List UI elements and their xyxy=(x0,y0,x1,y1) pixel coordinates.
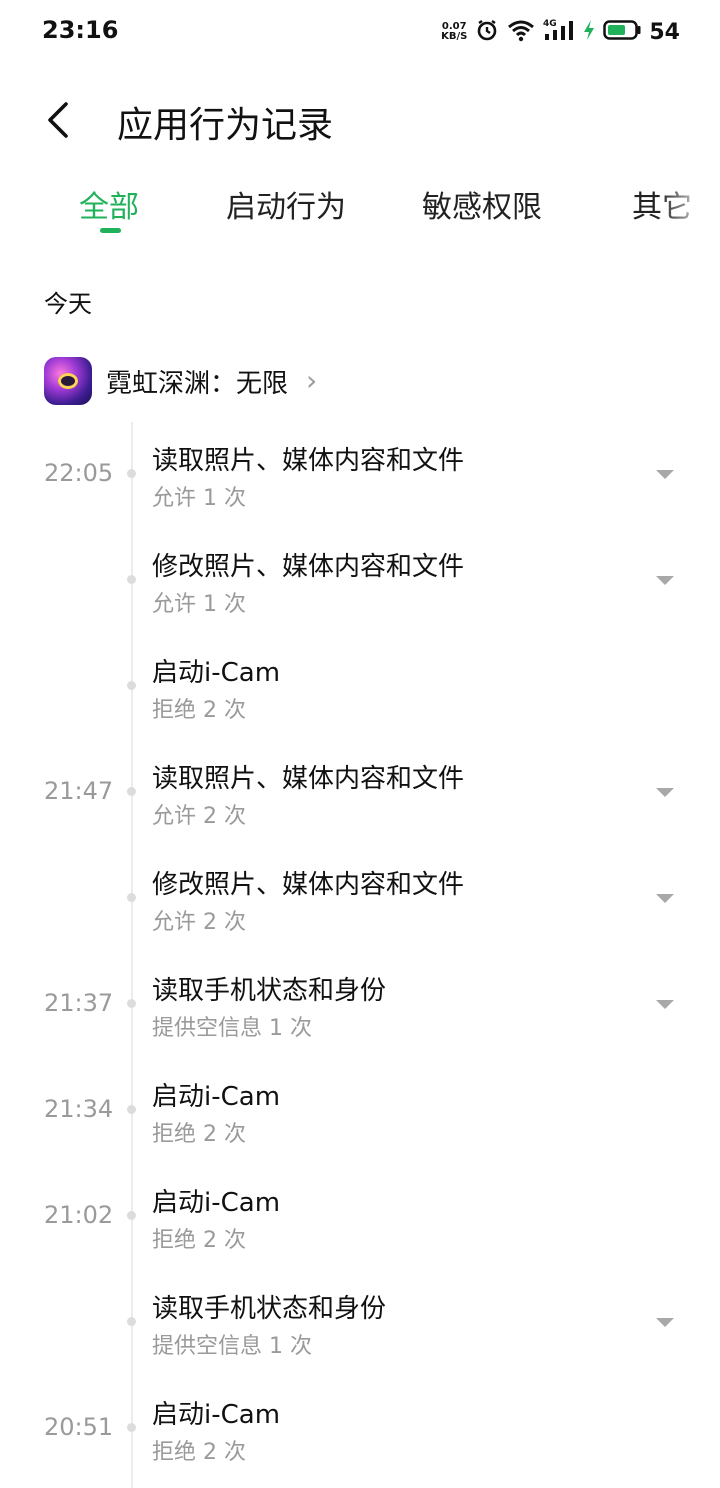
entry-time: 21:47 xyxy=(44,777,114,805)
battery-icon xyxy=(603,19,641,45)
alarm-icon xyxy=(475,18,499,46)
entry-subtitle: 拒绝 2 次 xyxy=(152,1122,246,1147)
timeline-dot xyxy=(127,787,136,796)
entry-time: 21:34 xyxy=(44,1095,114,1123)
timeline-dot xyxy=(127,469,136,478)
wifi-icon xyxy=(507,18,535,46)
expand-arrow-icon[interactable] xyxy=(656,1318,674,1327)
tab-all[interactable]: 全部 xyxy=(79,182,139,226)
timeline-entry[interactable]: 21:47 读取照片、媒体内容和文件允许 2 次 xyxy=(0,740,720,846)
entry-title: 启动i-Cam xyxy=(152,1082,281,1112)
entry-title: 修改照片、媒体内容和文件 xyxy=(152,870,465,900)
entry-title: 读取照片、媒体内容和文件 xyxy=(152,446,465,476)
timeline-entry: 启动i-Cam 拒绝 2 次 xyxy=(0,634,720,740)
app-row[interactable]: 霓虹深渊：无限 › xyxy=(44,356,317,406)
entry-title: 读取手机状态和身份 xyxy=(152,976,387,1006)
timeline-dot xyxy=(127,1211,136,1220)
status-time: 23:16 xyxy=(42,16,119,44)
timeline-dot xyxy=(127,1317,136,1326)
net-speed: 0.07 KB/S xyxy=(441,22,467,42)
entry-time: 22:05 xyxy=(44,459,114,487)
entry-time: 21:02 xyxy=(44,1201,114,1229)
timeline-entry: 20:51 启动i-Cam 拒绝 2 次 xyxy=(0,1376,720,1482)
app-name: 霓虹深渊：无限 xyxy=(106,368,289,399)
timeline-entry[interactable]: 读取手机状态和身份提供空信息 1 次 xyxy=(0,1270,720,1376)
page-title: 应用行为记录 xyxy=(117,105,334,146)
signal-4g-icon: 4G xyxy=(543,18,575,46)
timeline-entry[interactable]: 22:05 读取照片、媒体内容和文件允许 1 次 xyxy=(0,422,720,528)
entry-time: 21:37 xyxy=(44,989,114,1017)
entry-subtitle: 拒绝 2 次 xyxy=(152,1440,246,1465)
entry-subtitle: 允许 1 次 xyxy=(152,486,246,511)
chevron-right-icon: › xyxy=(306,364,318,397)
timeline-entry: 21:02 启动i-Cam 拒绝 2 次 xyxy=(0,1164,720,1270)
svg-text:4G: 4G xyxy=(543,19,557,29)
expand-arrow-icon[interactable] xyxy=(656,1000,674,1009)
tab-launch-behavior[interactable]: 启动行为 xyxy=(226,182,346,226)
status-bar: 23:16 0.07 KB/S 4G 54 xyxy=(0,0,720,64)
timeline-entry: 21:34 启动i-Cam 拒绝 2 次 xyxy=(0,1058,720,1164)
entry-title: 启动i-Cam xyxy=(152,1400,281,1430)
tab-bar: 全部 启动行为 敏感权限 其它 xyxy=(0,172,720,242)
section-title-today: 今天 xyxy=(44,290,92,318)
entry-subtitle: 允许 1 次 xyxy=(152,592,246,617)
expand-arrow-icon[interactable] xyxy=(656,894,674,903)
timeline-entry[interactable]: 修改照片、媒体内容和文件允许 2 次 xyxy=(0,846,720,952)
timeline-dot xyxy=(127,1105,136,1114)
timeline-dot xyxy=(127,893,136,902)
entry-subtitle: 拒绝 2 次 xyxy=(152,698,246,723)
charging-icon xyxy=(583,19,595,45)
timeline-dot xyxy=(127,681,136,690)
expand-arrow-icon[interactable] xyxy=(656,788,674,797)
expand-arrow-icon[interactable] xyxy=(656,576,674,585)
active-tab-indicator xyxy=(100,228,121,233)
timeline-entry[interactable]: 修改照片、媒体内容和文件允许 1 次 xyxy=(0,528,720,634)
timeline-entry[interactable]: 21:37 读取手机状态和身份提供空信息 1 次 xyxy=(0,952,720,1058)
tab-sensitive-permissions[interactable]: 敏感权限 xyxy=(422,182,542,226)
back-button[interactable] xyxy=(36,98,80,142)
entry-title: 读取照片、媒体内容和文件 xyxy=(152,764,465,794)
entry-title: 启动i-Cam xyxy=(152,1188,281,1218)
entry-subtitle: 拒绝 2 次 xyxy=(152,1228,246,1253)
timeline-dot xyxy=(127,999,136,1008)
entry-time: 20:51 xyxy=(44,1413,114,1441)
battery-percent: 54 xyxy=(649,19,680,45)
entry-subtitle: 提供空信息 1 次 xyxy=(152,1334,312,1359)
back-arrow-icon xyxy=(48,102,68,138)
entry-subtitle: 允许 2 次 xyxy=(152,804,246,829)
entry-subtitle: 提供空信息 1 次 xyxy=(152,1016,312,1041)
status-icons: 0.07 KB/S 4G 54 xyxy=(441,16,680,48)
expand-arrow-icon[interactable] xyxy=(656,470,674,479)
app-icon xyxy=(44,357,92,405)
entry-title: 读取手机状态和身份 xyxy=(152,1294,387,1324)
net-speed-unit: KB/S xyxy=(441,31,468,42)
header: 应用行为记录 xyxy=(0,80,720,160)
tab-fade-overlay xyxy=(660,172,720,242)
timeline-dot xyxy=(127,575,136,584)
entry-subtitle: 允许 2 次 xyxy=(152,910,246,935)
entry-title: 启动i-Cam xyxy=(152,658,281,688)
entry-title: 修改照片、媒体内容和文件 xyxy=(152,552,465,582)
timeline-dot xyxy=(127,1423,136,1432)
